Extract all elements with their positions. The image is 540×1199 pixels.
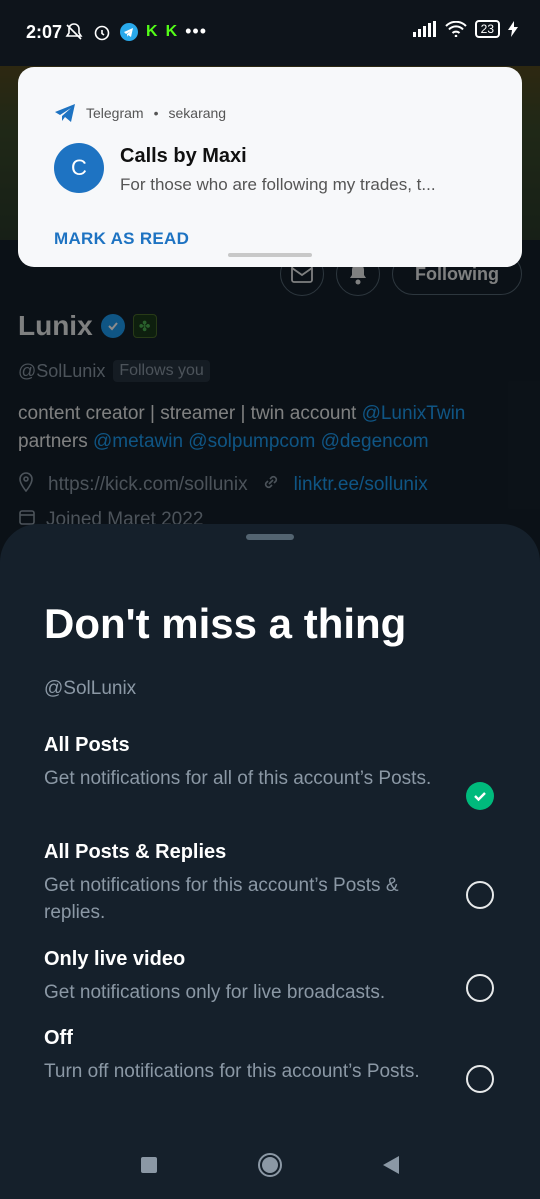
option-description: Get notifications for all of this accoun… xyxy=(44,768,432,789)
profile-handle-row: @SolLunix Follows you xyxy=(18,360,210,382)
signal-icon xyxy=(412,21,437,37)
battery-icon: 23 xyxy=(474,20,500,38)
telegram-icon xyxy=(120,22,138,41)
more-dots-icon: ••• xyxy=(185,21,208,41)
option-description: Get notifications for this account’s Pos… xyxy=(44,875,399,923)
alarm-icon xyxy=(92,22,112,42)
affiliate-badge-icon: ✤ xyxy=(132,314,157,338)
option-title: All Posts xyxy=(44,734,130,756)
radio-unchecked-icon[interactable] xyxy=(466,1065,494,1093)
status-icons-right: 23 xyxy=(412,20,518,38)
status-time: 2:07 xyxy=(26,22,63,42)
option-only-live-video[interactable]: Only live video Get notifications only f… xyxy=(44,948,514,1006)
bio-text-2: partners xyxy=(18,431,93,452)
verified-badge-icon xyxy=(100,314,125,338)
notification-avatar: C xyxy=(54,143,104,193)
back-triangle-icon[interactable] xyxy=(382,1155,400,1180)
bio-links-partners[interactable]: @metawin @solpumpcom @degencom xyxy=(93,431,429,452)
mail-icon xyxy=(291,265,313,283)
wifi-icon xyxy=(444,21,467,37)
telegram-notification[interactable]: Telegram • sekarang C Calls by Maxi For … xyxy=(18,67,522,267)
option-description: Turn off notifications for this account’… xyxy=(44,1061,420,1082)
notification-drag-handle[interactable] xyxy=(228,253,312,257)
bell-off-icon xyxy=(64,22,84,42)
sheet-title: Don't miss a thing xyxy=(44,600,407,647)
radio-unchecked-icon[interactable] xyxy=(466,881,494,909)
sheet-drag-handle[interactable] xyxy=(246,534,294,540)
option-title: Only live video xyxy=(44,948,186,970)
bio-text-1: content creator | streamer | twin accoun… xyxy=(18,403,362,424)
telegram-icon xyxy=(55,104,75,122)
profile-handle: @SolLunix xyxy=(18,360,106,381)
mark-as-read-button[interactable]: MARK AS READ xyxy=(54,229,189,249)
status-icons-left: K K ••• xyxy=(64,21,207,42)
notification-settings-sheet: Don't miss a thing @SolLunix All Posts G… xyxy=(0,524,540,1199)
location-icon xyxy=(18,472,34,498)
profile-section: Following Lunix ✤ @SolLunix Follows you … xyxy=(0,240,540,560)
option-title: All Posts & Replies xyxy=(44,841,227,863)
charging-icon xyxy=(508,21,518,37)
follows-you-badge: Follows you xyxy=(113,360,210,382)
radio-unchecked-icon[interactable] xyxy=(466,974,494,1002)
kick-icon: K xyxy=(165,22,178,40)
battery-level: 23 xyxy=(480,22,494,36)
kick-icon: K xyxy=(146,22,158,40)
system-nav-bar xyxy=(0,1136,540,1199)
radio-checked-icon[interactable] xyxy=(466,782,494,810)
profile-linktree[interactable]: linktr.ee/sollunix xyxy=(294,474,428,496)
option-all-posts-replies[interactable]: All Posts & Replies Get notifications fo… xyxy=(44,841,514,926)
profile-website: https://kick.com/sollunix xyxy=(48,474,248,495)
link-icon xyxy=(262,473,280,497)
profile-name: Lunix xyxy=(18,310,93,341)
profile-meta: https://kick.com/sollunix linktr.ee/soll… xyxy=(18,472,428,498)
notification-time: sekarang xyxy=(168,105,227,121)
option-title: Off xyxy=(44,1027,73,1049)
notification-header: Telegram • sekarang xyxy=(54,103,226,123)
notification-app-name: Telegram xyxy=(86,105,144,121)
option-description: Get notifications only for live broadcas… xyxy=(44,982,386,1003)
option-all-posts[interactable]: All Posts Get notifications for all of t… xyxy=(44,734,514,810)
notification-title: Calls by Maxi xyxy=(120,145,247,167)
sheet-account-handle: @SolLunix xyxy=(44,678,137,699)
home-circle-icon[interactable] xyxy=(257,1152,283,1183)
profile-bio: content creator | streamer | twin accoun… xyxy=(18,400,528,456)
bio-link-twin[interactable]: @LunixTwin xyxy=(362,403,466,424)
profile-name-row: Lunix ✤ xyxy=(18,310,157,342)
recents-square-icon[interactable] xyxy=(140,1156,158,1179)
status-bar: 2:07 K K ••• 23 xyxy=(0,0,540,66)
notification-separator: • xyxy=(153,105,159,121)
option-off[interactable]: Off Turn off notifications for this acco… xyxy=(44,1027,514,1093)
notification-message: For those who are following my trades, t… xyxy=(120,175,436,194)
